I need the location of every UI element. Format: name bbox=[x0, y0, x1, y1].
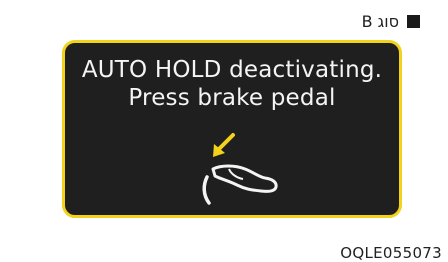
type-label-text: B סוג bbox=[361, 11, 399, 31]
press-arrow-icon bbox=[213, 133, 235, 157]
foot-pressing-brake-pedal-icon bbox=[202, 133, 278, 205]
square-bullet-icon bbox=[407, 14, 420, 28]
type-label: B סוג bbox=[362, 11, 420, 31]
display-message-line-1: AUTO HOLD deactivating. bbox=[81, 57, 383, 83]
cluster-display-panel: AUTO HOLD deactivating. Press brake peda… bbox=[62, 40, 402, 218]
display-message-line-2: Press brake pedal bbox=[128, 85, 336, 111]
figure-code-label: OQLE055073 bbox=[340, 244, 442, 262]
